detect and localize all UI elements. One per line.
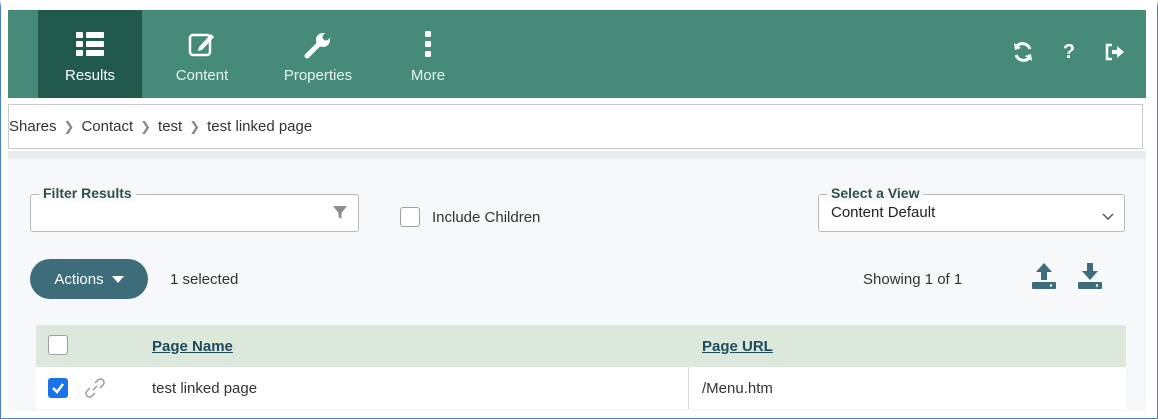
toolbar-content-button[interactable]: Content (150, 10, 254, 98)
row-checkbox[interactable] (48, 378, 68, 398)
list-icon (38, 30, 142, 60)
actions-label: Actions (54, 270, 104, 288)
select-view-value: Content Default (831, 204, 936, 221)
showing-count: Showing 1 of 1 (863, 271, 963, 288)
caret-down-icon (111, 271, 124, 288)
include-children: Include Children (400, 207, 540, 227)
help-icon[interactable]: ? (1058, 40, 1080, 64)
chevron-right-icon: ❯ (140, 118, 152, 134)
select-view-field[interactable]: Select a View Content Default (818, 185, 1125, 232)
include-children-label: Include Children (432, 208, 541, 226)
wrench-icon (266, 30, 370, 60)
toolbar-more-button[interactable]: More (376, 10, 480, 98)
cell-page-url: /Menu.htm (702, 379, 773, 397)
toolbar-properties-label: Properties (283, 67, 353, 84)
filter-results-input[interactable] (37, 203, 317, 225)
upload-icon[interactable] (1030, 261, 1058, 296)
column-header-page-url[interactable]: Page URL (702, 325, 773, 367)
table-row[interactable]: test linked page /Menu.htm (36, 367, 1126, 409)
sign-out-icon[interactable] (1104, 40, 1126, 64)
divider-strip (8, 151, 1146, 159)
table-header-row: Page Name Page URL (36, 325, 1126, 367)
results-panel: Filter Results Include Children Select a… (8, 159, 1146, 411)
more-vertical-icon (376, 30, 480, 60)
actions-button[interactable]: Actions (30, 259, 148, 299)
column-divider (688, 367, 689, 409)
breadcrumb-current-page: test linked page (207, 118, 313, 135)
breadcrumb: Shares ❯ Contact ❯ test ❯ test linked pa… (8, 104, 1143, 149)
link-icon (84, 377, 106, 404)
filter-icon[interactable] (332, 205, 348, 226)
cell-page-name: test linked page (152, 379, 258, 397)
edit-icon (150, 30, 254, 60)
breadcrumb-test[interactable]: test (158, 118, 182, 135)
chevron-right-icon: ❯ (63, 118, 75, 134)
toolbar-results-label: Results (64, 67, 116, 84)
filter-results-field: Filter Results (30, 185, 359, 232)
include-children-checkbox[interactable] (400, 207, 420, 227)
breadcrumb-contact[interactable]: Contact (81, 118, 133, 135)
toolbar-properties-button[interactable]: Properties (266, 10, 370, 98)
download-icon[interactable] (1076, 261, 1104, 296)
filter-results-legend: Filter Results (39, 185, 136, 201)
main-toolbar: Results Content Properties More ? (8, 10, 1146, 98)
results-table: Page Name Page URL test linked page /Men… (36, 325, 1126, 409)
toolbar-content-label: Content (175, 67, 229, 84)
chevron-down-icon (1102, 208, 1114, 226)
selected-count: 1 selected (170, 271, 239, 288)
select-view-legend: Select a View (827, 185, 924, 201)
refresh-icon[interactable] (1012, 40, 1034, 64)
toolbar-results-button[interactable]: Results (38, 10, 142, 98)
column-header-page-name[interactable]: Page Name (152, 325, 233, 367)
toolbar-more-label: More (410, 67, 446, 84)
select-all-checkbox[interactable] (48, 335, 68, 355)
toolbar-utility-icons: ? (1012, 40, 1126, 64)
chevron-right-icon: ❯ (189, 118, 201, 134)
breadcrumb-shares[interactable]: Shares (9, 118, 57, 135)
